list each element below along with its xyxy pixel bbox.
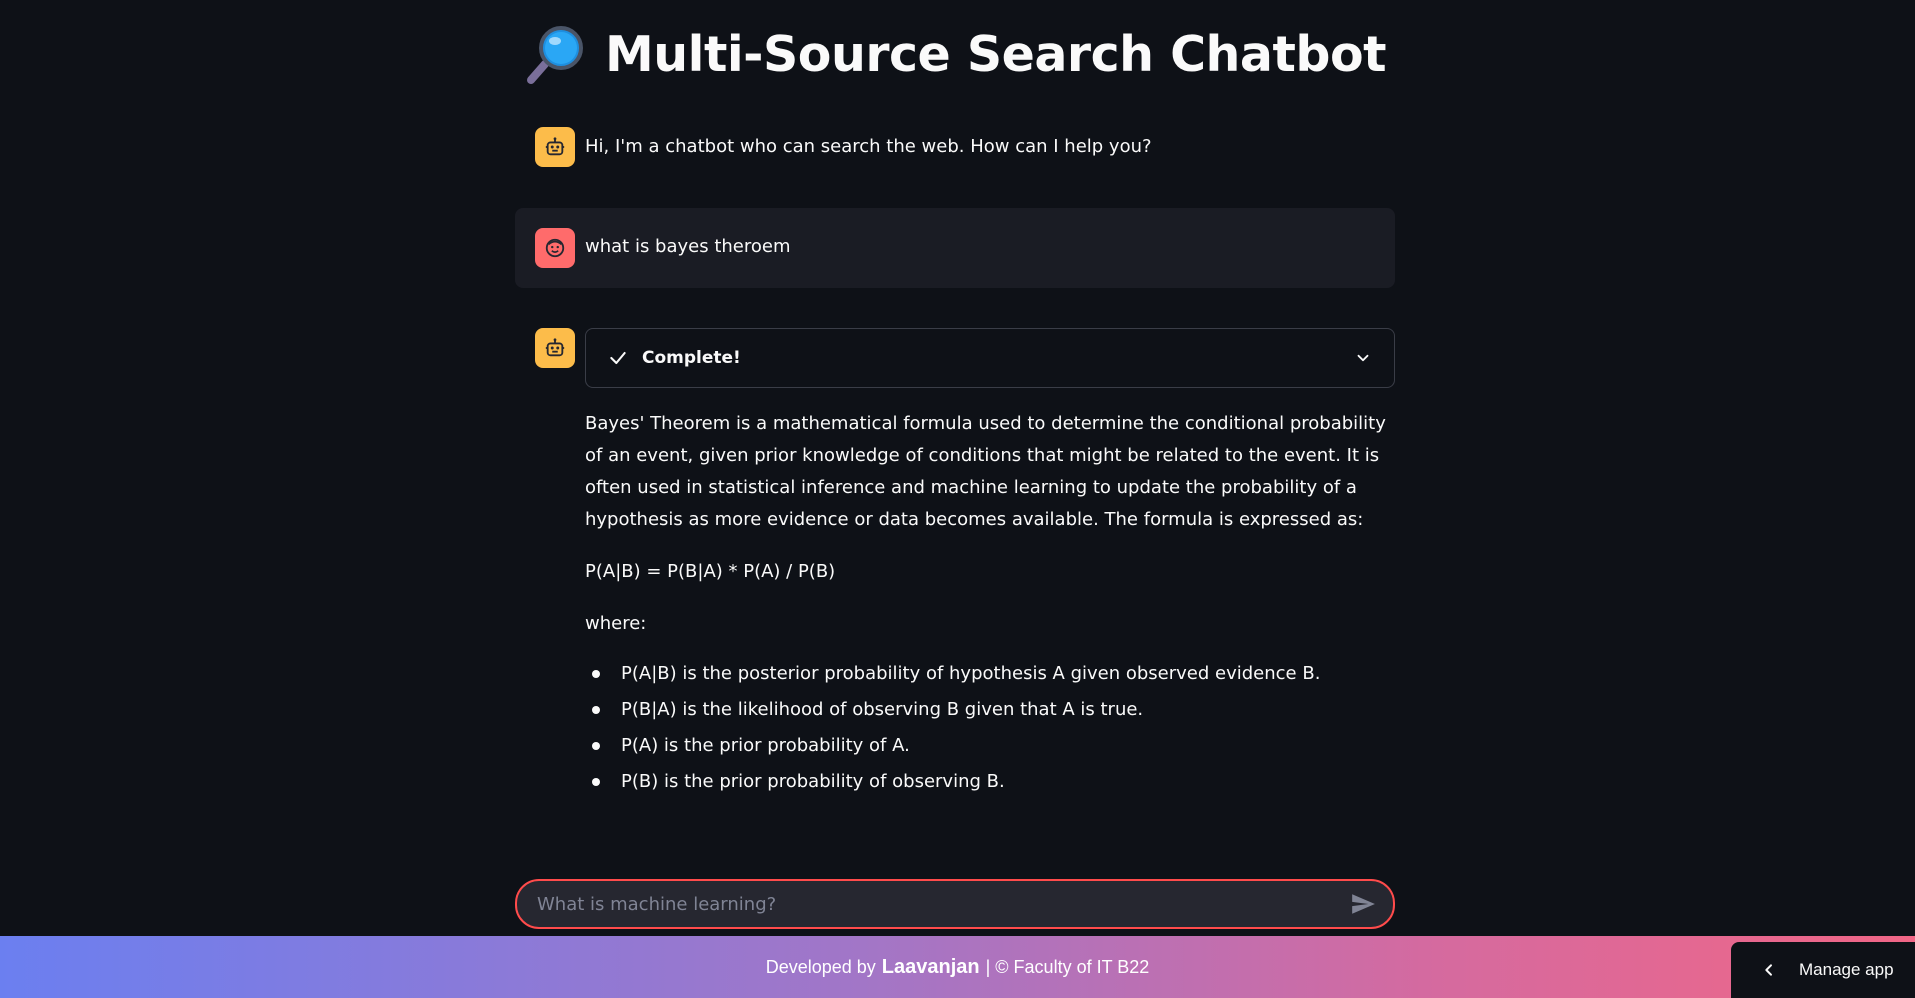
chat-input[interactable] [517, 892, 1343, 916]
answer-bullet-list: P(A|B) is the posterior probability of h… [585, 656, 1395, 800]
send-arrow-icon [1352, 894, 1375, 914]
bullet-dot [592, 778, 600, 786]
list-item-text: P(A|B) is the posterior probability of h… [621, 663, 1321, 684]
chat-message-assistant-answer: Complete! Bayes' Theorem is a mathematic… [515, 328, 1395, 808]
message-text: Hi, I'm a chatbot who can search the web… [585, 136, 1152, 157]
chat-input-container [515, 879, 1395, 929]
list-item-text: P(A) is the prior probability of A. [621, 735, 910, 756]
checkmark-icon [610, 351, 626, 365]
manage-app-button[interactable]: Manage app [1731, 942, 1915, 998]
list-item: P(B) is the prior probability of observi… [592, 764, 1395, 800]
bullet-dot [592, 742, 600, 750]
list-item-text: P(B) is the prior probability of observi… [621, 771, 1005, 792]
chat-message-assistant-greeting: Hi, I'm a chatbot who can search the web… [515, 122, 1395, 176]
footer-suffix: | © Faculty of IT B22 [985, 956, 1150, 977]
footer-prefix: Developed by [765, 956, 876, 977]
chat-message-user: what is bayes theroem [515, 208, 1395, 288]
answer-body: Bayes' Theorem is a mathematical formula… [585, 408, 1395, 800]
send-button[interactable] [1343, 884, 1383, 924]
chevron-down-icon[interactable] [1354, 349, 1372, 367]
message-text: what is bayes theroem [585, 236, 791, 257]
footer-author: Laavanjan [881, 955, 980, 978]
app-root: Multi-Source Search Chatbot Hi, I'm a ch… [0, 0, 1915, 998]
bot-avatar [535, 127, 575, 167]
bot-avatar [535, 328, 575, 368]
footer: Developed by Laavanjan | © Faculty of IT… [0, 936, 1915, 998]
list-item: P(A|B) is the posterior probability of h… [592, 656, 1395, 692]
page-title-text: Multi-Source Search Chatbot [605, 25, 1387, 83]
answer-formula: P(A|B) = P(B|A) * P(A) / P(B) [585, 561, 836, 582]
list-item-text: P(B|A) is the likelihood of observing B … [621, 699, 1144, 720]
chevron-left-icon [1761, 962, 1777, 978]
bullet-dot [592, 706, 600, 714]
magnifying-glass-icon [527, 26, 583, 84]
smiley-face-icon [545, 238, 565, 258]
user-avatar [535, 228, 575, 268]
list-item: P(B|A) is the likelihood of observing B … [592, 692, 1395, 728]
robot-icon [545, 338, 565, 357]
page-title: Multi-Source Search Chatbot [523, 22, 1387, 86]
robot-icon [545, 137, 565, 156]
manage-app-label: Manage app [1799, 960, 1894, 979]
answer-where-label: where: [585, 613, 647, 634]
status-expander[interactable]: Complete! [585, 328, 1395, 388]
status-label: Complete! [642, 348, 741, 368]
answer-paragraph: Bayes' Theorem is a mathematical formula… [585, 413, 1386, 530]
bullet-dot [592, 670, 600, 678]
list-item: P(A) is the prior probability of A. [592, 728, 1395, 764]
